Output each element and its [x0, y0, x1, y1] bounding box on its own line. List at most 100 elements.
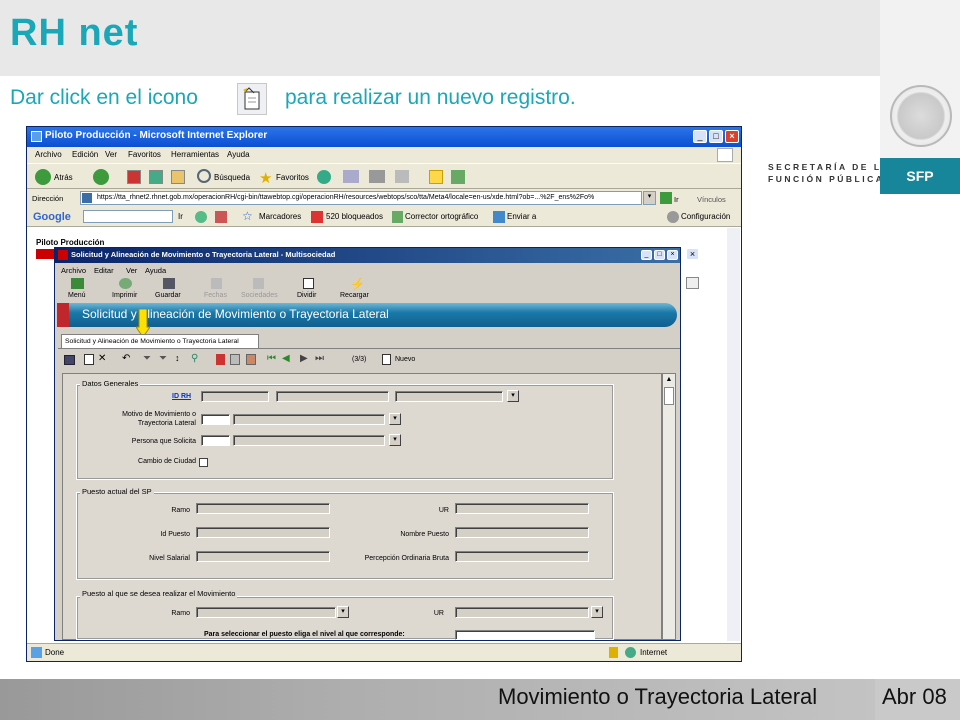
app-window-icon	[58, 250, 68, 260]
search-label[interactable]: Búsqueda	[214, 173, 250, 182]
new-record-icon[interactable]	[84, 354, 94, 365]
settings-button[interactable]: Configuración	[681, 212, 730, 221]
app-maximize-button[interactable]: □	[654, 250, 665, 260]
address-input[interactable]: https://tta_rhnet2.rhnet.gob.mx/operacio…	[80, 191, 642, 205]
menu-grid-icon[interactable]	[71, 278, 84, 289]
notes-icon[interactable]	[429, 170, 443, 184]
go-button[interactable]: Ir	[674, 195, 679, 204]
last-record-icon[interactable]: ⏭	[315, 353, 324, 364]
go-arrow-icon[interactable]	[660, 192, 672, 204]
google-search-input[interactable]	[83, 210, 173, 223]
undo-icon[interactable]: ↶	[122, 353, 130, 364]
google-options-icon[interactable]	[195, 211, 207, 223]
nuevo-button[interactable]: Nuevo	[395, 356, 415, 363]
app-menu-archivo[interactable]: Archivo	[61, 266, 86, 275]
menu-herramientas[interactable]: Herramientas	[171, 150, 219, 159]
favorites-label[interactable]: Favoritos	[276, 173, 309, 182]
nombre-puesto-field	[455, 527, 589, 538]
motivo-code-field[interactable]	[201, 414, 230, 425]
tb-imprimir[interactable]: Imprimir	[112, 292, 137, 299]
search-icon[interactable]	[197, 169, 211, 183]
stop-icon[interactable]	[127, 170, 141, 184]
menu-ver[interactable]: Ver	[105, 150, 117, 159]
refresh-icon[interactable]	[149, 170, 163, 184]
print-icon[interactable]	[369, 170, 385, 183]
copy-icon[interactable]	[230, 354, 240, 365]
sort-icon[interactable]: ↕	[175, 353, 180, 363]
tb-recargar[interactable]: Recargar	[340, 292, 369, 299]
cambio-ciudad-checkbox[interactable]	[199, 458, 208, 467]
find-icon[interactable]: ⚲	[191, 353, 198, 364]
nuevo-icon[interactable]	[382, 354, 391, 365]
spellcheck-button[interactable]: Corrector ortográfico	[405, 212, 478, 221]
nivel-select[interactable]	[455, 630, 595, 640]
percepcion-label: Percepción Ordinaria Bruta	[364, 555, 449, 562]
grid-view-icon[interactable]	[64, 355, 75, 365]
clear-filter-icon[interactable]: ⏷	[159, 353, 167, 364]
history-icon[interactable]	[317, 170, 331, 184]
menu-archivo[interactable]: Archivo	[35, 150, 62, 159]
persona-dropdown-button[interactable]: ▾	[389, 434, 401, 446]
id-rh-field[interactable]	[201, 391, 269, 402]
favorites-star-icon[interactable]: ★	[259, 169, 272, 187]
google-go[interactable]: Ir	[178, 212, 183, 221]
links-label[interactable]: Vínculos	[697, 195, 726, 204]
forward-arrow-icon[interactable]	[93, 169, 109, 185]
next-record-icon[interactable]: ▶	[300, 353, 308, 364]
maximize-button[interactable]: □	[709, 130, 723, 143]
browser-scrollbar[interactable]	[727, 228, 740, 641]
scroll-up-icon[interactable]: ▲	[664, 376, 674, 386]
outer-restore-button[interactable]	[686, 277, 699, 289]
print-icon[interactable]	[119, 278, 132, 289]
back-arrow-icon[interactable]	[35, 169, 51, 185]
filter-icon[interactable]: ⏷	[143, 353, 151, 364]
record-toolbar: ✕ ↶ ⏷ ⏷ ↕ ⚲ ⏮ ◀ ▶ ⏭ (3/3) Nuevo	[60, 352, 460, 368]
save-icon[interactable]	[163, 278, 175, 289]
popup-blocked-count[interactable]: 520 bloqueados	[326, 212, 383, 221]
tab-solicitud[interactable]: Solicitud y Alineación de Movimiento o T…	[61, 334, 259, 349]
delete-icon[interactable]: ✕	[98, 353, 106, 364]
close-button[interactable]: ×	[725, 130, 739, 143]
cut-icon[interactable]	[216, 354, 225, 365]
bookmarks-button[interactable]: Marcadores	[259, 212, 301, 221]
id-rh-dropdown-button[interactable]: ▾	[507, 390, 519, 402]
app-menu-editar[interactable]: Editar	[94, 266, 114, 275]
scroll-thumb[interactable]	[664, 387, 674, 405]
pagerank-icon	[215, 211, 227, 223]
banner-accent	[57, 303, 69, 327]
address-dropdown[interactable]: ▾	[643, 191, 656, 205]
id-rh-link[interactable]: ID RH	[172, 393, 191, 400]
menu-favoritos[interactable]: Favoritos	[128, 150, 161, 159]
form-scrollbar[interactable]: ▲	[662, 373, 676, 640]
home-icon[interactable]	[171, 170, 185, 184]
reload-icon[interactable]: ⚡	[350, 277, 365, 291]
back-label[interactable]: Atrás	[54, 173, 73, 182]
minimize-button[interactable]: _	[693, 130, 707, 143]
menu-edicion[interactable]: Edición	[72, 150, 98, 159]
app-menu-ayuda[interactable]: Ayuda	[145, 266, 166, 275]
nuevo-ramo-label: Ramo	[171, 610, 190, 617]
app-minimize-button[interactable]: _	[641, 250, 652, 260]
paste-icon[interactable]	[246, 354, 256, 365]
nuevo-ur-dropdown-button[interactable]: ▾	[591, 606, 603, 618]
messenger-icon[interactable]	[451, 170, 465, 184]
outer-close-button[interactable]: ×	[686, 248, 699, 260]
split-icon[interactable]	[303, 278, 314, 289]
tb-menu[interactable]: Menú	[68, 292, 86, 299]
persona-code-field[interactable]	[201, 435, 230, 446]
tb-guardar[interactable]: Guardar	[155, 292, 181, 299]
nuevo-ramo-dropdown-button[interactable]: ▾	[337, 606, 349, 618]
send-to-button[interactable]: Enviar a	[507, 212, 536, 221]
send-icon	[493, 211, 505, 223]
menu-ayuda[interactable]: Ayuda	[227, 150, 250, 159]
dates-icon	[211, 278, 222, 289]
mail-icon[interactable]	[343, 170, 359, 183]
first-record-icon[interactable]: ⏮	[267, 353, 276, 364]
previous-record-icon[interactable]: ◀	[282, 353, 290, 364]
tb-dividir[interactable]: Dividir	[297, 292, 316, 299]
app-menu-ver[interactable]: Ver	[126, 266, 137, 275]
pointer-arrow-icon	[136, 309, 150, 337]
motivo-dropdown-button[interactable]: ▾	[389, 413, 401, 425]
app-close-button[interactable]: ×	[667, 250, 678, 260]
edit-icon[interactable]	[395, 170, 409, 183]
